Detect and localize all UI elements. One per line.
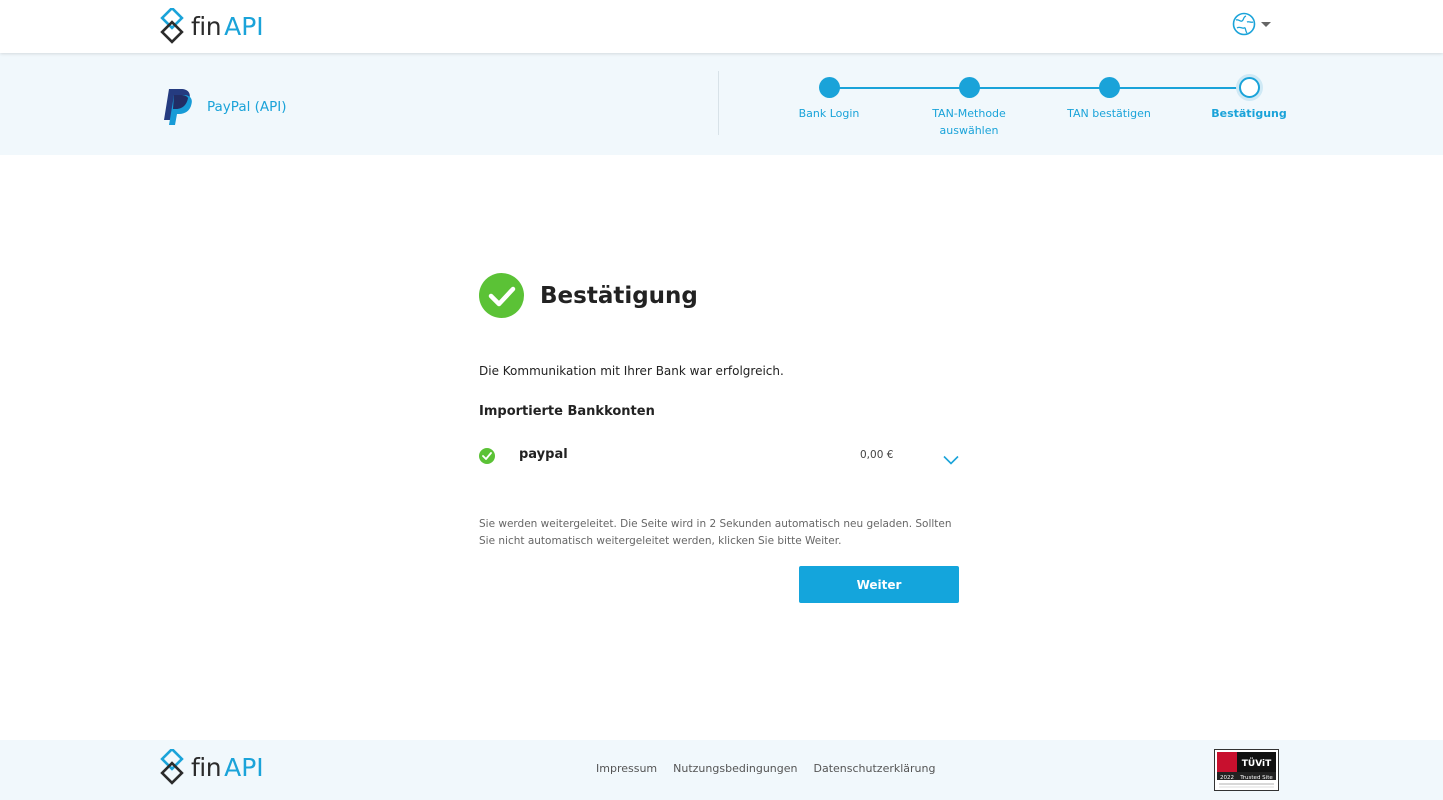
step-tan-confirm: TAN bestätigen (1049, 77, 1169, 122)
success-check-icon (479, 273, 524, 318)
step-dot-current (1238, 77, 1260, 98)
footer-finapi-logo[interactable]: fin API (159, 749, 264, 785)
footer: fin API Impressum Nutzungsbedingungen Da… (0, 740, 1443, 800)
finapi-diamond-icon (160, 749, 184, 785)
seal-label: Trusted Site (1239, 775, 1273, 781)
footer-link-privacy[interactable]: Datenschutzerklärung (814, 762, 936, 775)
footer-links: Impressum Nutzungsbedingungen Datenschut… (596, 762, 951, 775)
seal-year: 2022 (1220, 775, 1234, 781)
logo-api-text: API (224, 11, 264, 41)
seal-brand: TÜViT (1242, 758, 1272, 769)
account-balance: 0,00 € (860, 449, 894, 461)
globe-icon (1232, 12, 1256, 36)
account-name: paypal (519, 447, 568, 462)
step-label: Bank Login (798, 107, 860, 120)
step-label: Bestätigung (1211, 107, 1287, 120)
step-label: TAN bestätigen (1067, 107, 1151, 120)
accounts-heading: Importierte Bankkonten (479, 404, 655, 419)
success-description: Die Kommunikation mit Ihrer Bank war erf… (479, 364, 784, 378)
logo-fin-text: fin (191, 752, 222, 782)
account-row[interactable]: paypal 0,00 € (479, 447, 959, 465)
top-header: fin API (0, 0, 1443, 53)
logo-fin-text: fin (191, 11, 222, 41)
redirect-notice: Sie werden weitergeleitet. Die Seite wir… (479, 518, 952, 547)
title-row: Bestätigung (479, 273, 959, 318)
step-label: TAN-Methode auswählen (932, 107, 1006, 137)
step-dot (958, 77, 980, 98)
expand-chevron-down-icon[interactable] (943, 450, 959, 469)
tuvit-trusted-site-seal[interactable]: TÜViT 2022 Trusted Site (1214, 749, 1279, 791)
logo-api-text: API (224, 752, 264, 782)
finapi-diamond-icon (160, 8, 184, 44)
step-bank-login: Bank Login (769, 77, 889, 122)
step-dot (818, 77, 840, 98)
continue-button[interactable]: Weiter (799, 566, 959, 603)
step-dot (1098, 77, 1120, 98)
finapi-logo[interactable]: fin API (159, 8, 264, 44)
footer-link-terms[interactable]: Nutzungsbedingungen (673, 762, 797, 775)
chevron-down-icon (1261, 21, 1271, 27)
language-selector[interactable] (1232, 12, 1271, 36)
stepper: Bank Login TAN-Methode auswählen TAN bes… (0, 53, 1443, 155)
step-tan-method: TAN-Methode auswählen (909, 77, 1029, 139)
account-check-icon (479, 448, 495, 464)
footer-link-impressum[interactable]: Impressum (596, 762, 657, 775)
progress-bar-section: PayPal (API) Bank Login TAN-Methode ausw… (0, 53, 1443, 155)
step-confirmation: Bestätigung (1189, 77, 1309, 122)
confirmation-panel: Bestätigung Die Kommunikation mit Ihrer … (479, 273, 959, 603)
stepper-line (829, 87, 1248, 89)
page-title: Bestätigung (540, 282, 698, 309)
